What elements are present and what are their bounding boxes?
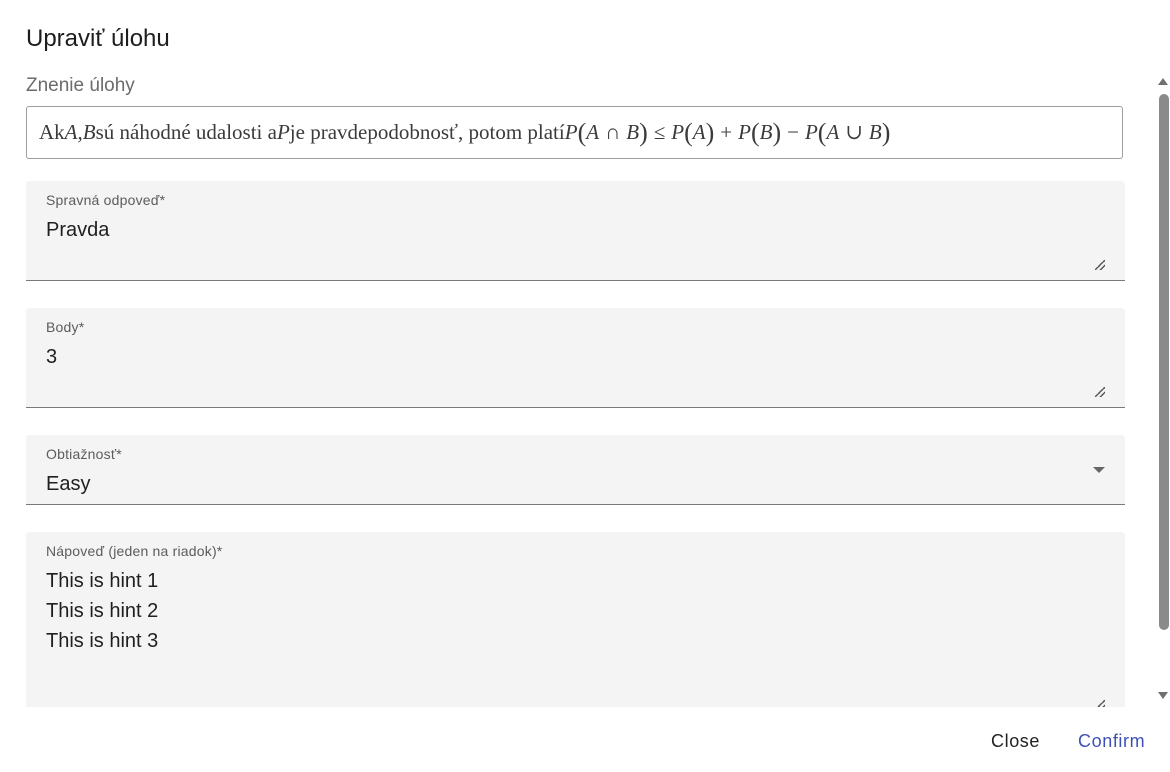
hint-line: This is hint 2 [46,600,159,622]
close-button[interactable]: Close [985,720,1046,760]
math-paren: ) [705,118,715,147]
dropdown-arrow-icon[interactable] [1093,467,1105,473]
math-var-p: P [671,120,685,144]
statement-label: Znenie úlohy [26,75,135,96]
math-paren: ) [772,118,782,147]
math-var-p: P [738,120,751,144]
math-less-equal: ≤ [653,120,666,144]
statement-text: sú náhodné udalosti a [95,120,277,144]
hints-label: Nápoveď (jeden na riadok)* [46,543,223,559]
math-var-b: B [759,120,773,144]
dialog-actions: Close Confirm [0,720,1170,760]
math-var-p: P [564,120,578,144]
scrollbar-thumb[interactable] [1159,94,1169,630]
hint-line: This is hint 1 [46,570,159,592]
scroll-down-arrow-icon[interactable] [1158,692,1168,699]
hints-value[interactable]: This is hint 1 This is hint 2 This is hi… [46,566,158,656]
points-field[interactable]: Body* 3 [26,308,1125,408]
resize-handle-icon[interactable] [1095,387,1105,397]
difficulty-label: Obtiažnosť* [46,446,122,462]
correct-answer-value[interactable]: Pravda [46,215,109,245]
math-intersection: ∩ [605,120,621,144]
hint-line: This is hint 3 [46,630,159,652]
math-paren: ) [881,118,891,147]
difficulty-value[interactable]: Easy [46,469,90,499]
statement-field[interactable]: Ak A , B sú náhodné udalosti a P je prav… [26,106,1123,159]
points-label: Body* [46,319,85,335]
math-var-b: B [868,120,882,144]
scroll-up-arrow-icon[interactable] [1158,78,1168,85]
dialog-title: Upraviť úlohu [26,25,170,52]
math-var-a: A [64,120,78,144]
math-var-a: A [826,120,840,144]
confirm-button[interactable]: Confirm [1072,720,1151,760]
math-paren: ( [577,118,587,147]
correct-answer-field[interactable]: Spravná odpoveď* Pravda [26,181,1125,281]
correct-answer-label: Spravná odpoveď* [46,192,166,208]
points-value[interactable]: 3 [46,342,57,372]
math-var-a: A [586,120,600,144]
math-paren: ( [750,118,760,147]
math-paren: ) [639,118,648,147]
math-union: ∪ [845,120,863,144]
dialog-content[interactable]: Znenie úlohy Ak A , B sú náhodné udalost… [0,70,1156,707]
statement-text: Ak [39,120,65,144]
math-var-p: P [804,120,818,144]
resize-handle-icon[interactable] [1095,700,1105,707]
math-var-a: A [692,120,706,144]
scrollbar[interactable] [1156,70,1170,707]
math-minus: − [787,120,799,144]
math-var-p: P [276,120,290,144]
math-var-b: B [626,120,640,144]
difficulty-select[interactable]: Obtiažnosť* Easy [26,435,1125,505]
statement-text: je pravdepodobnosť, potom platí [289,120,565,144]
math-paren: ( [684,118,693,147]
math-plus: + [720,120,733,144]
math-var-b: B [82,120,96,144]
resize-handle-icon[interactable] [1095,260,1105,270]
hints-field[interactable]: Nápoveď (jeden na riadok)* This is hint … [26,532,1125,707]
